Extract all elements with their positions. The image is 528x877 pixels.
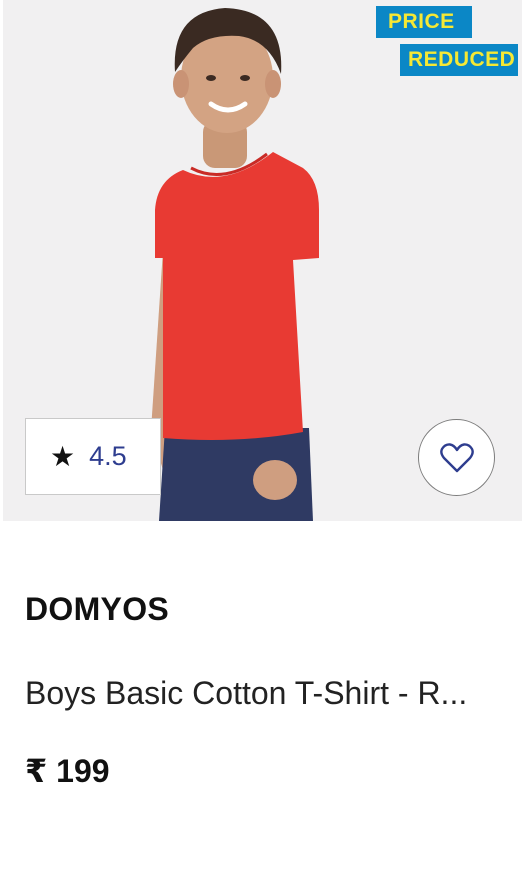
heart-icon [439, 442, 474, 472]
rating-box: ★ 4.5 [25, 418, 161, 495]
badge-line-2: REDUCED [400, 44, 518, 76]
brand-name: DOMYOS [25, 591, 170, 627]
price-reduced-badge: PRICE REDUCED [374, 6, 520, 76]
product-title[interactable]: Boys Basic Cotton T-Shirt - R... [25, 675, 495, 712]
badge-line-1: PRICE [376, 6, 472, 38]
rating-value: 4.5 [89, 441, 127, 471]
product-price: ₹ 199 [25, 753, 110, 789]
star-icon: ★ [50, 440, 76, 472]
wishlist-button[interactable] [418, 419, 495, 496]
product-card[interactable]: PRICE REDUCED ★ 4.5 DOMYOS Boys Basic Co… [0, 0, 528, 877]
